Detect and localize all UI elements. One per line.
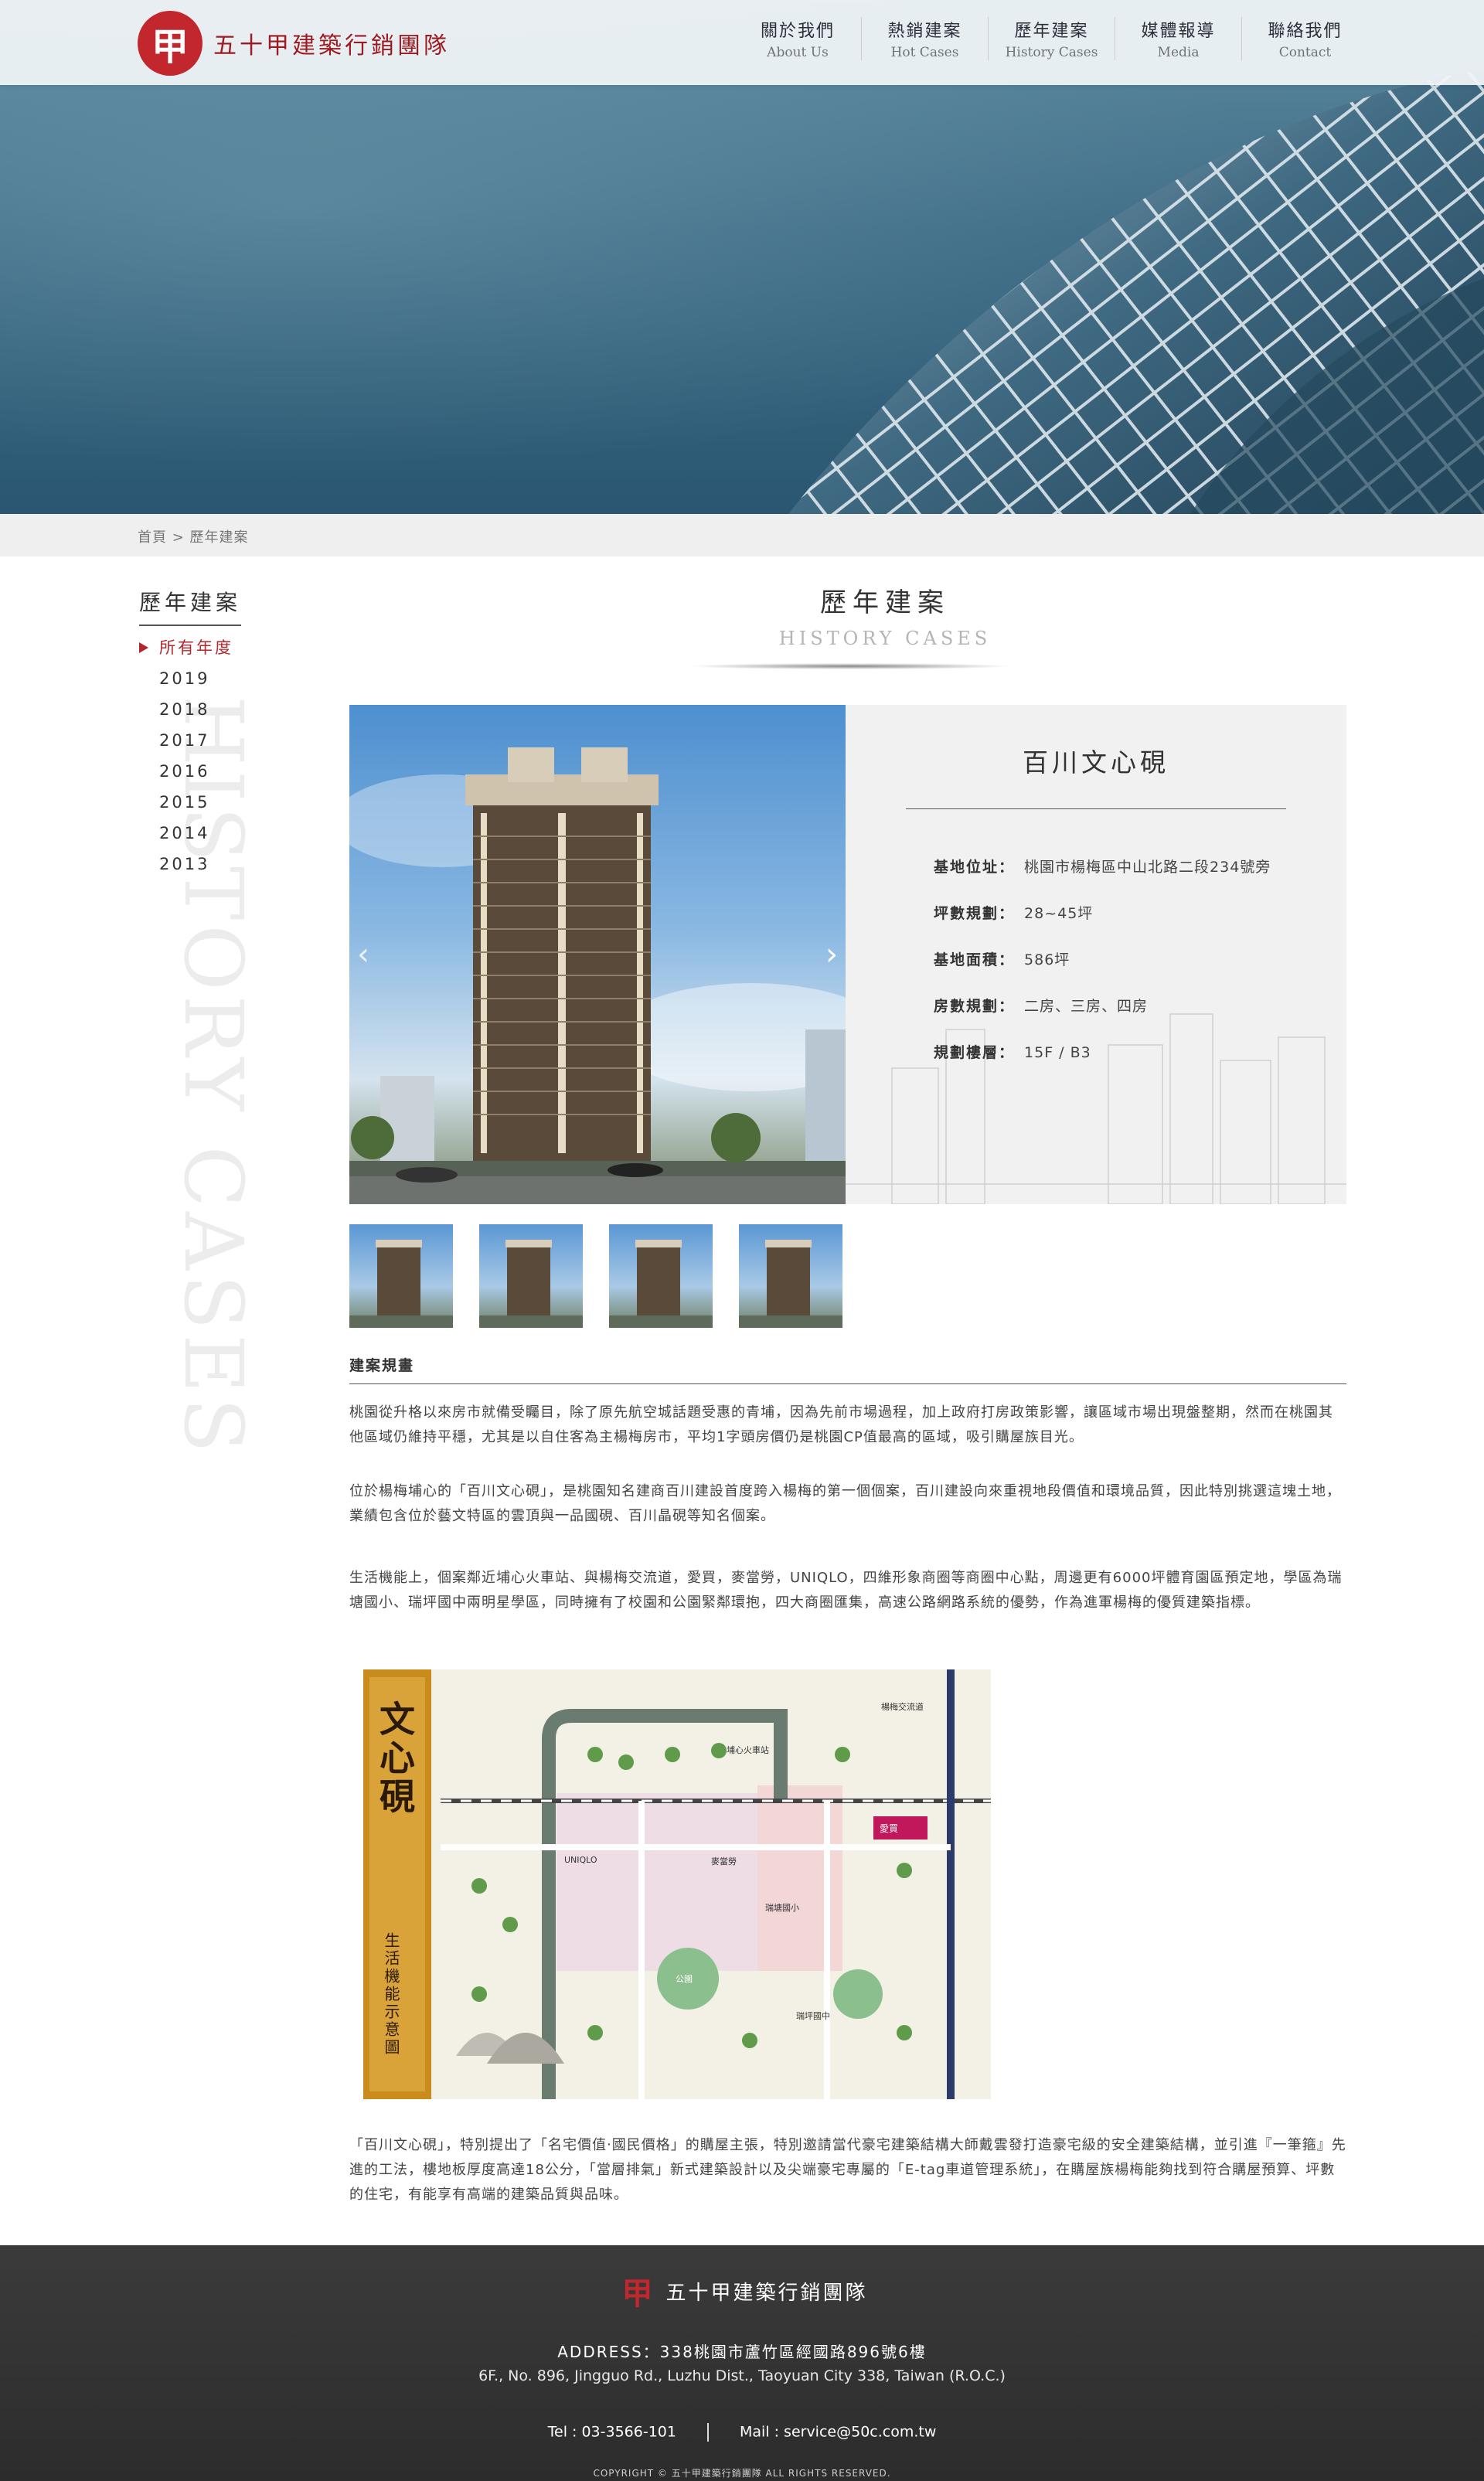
prev-photo-icon[interactable]: ‹ xyxy=(357,937,369,972)
spec-value: 15F / B3 xyxy=(1024,1044,1091,1061)
nav-label-zh: 熱銷建案 xyxy=(887,22,962,41)
footer-tel[interactable]: Tel : 03-3566-101 xyxy=(548,2424,676,2441)
nav-media[interactable]: 媒體報導 Media xyxy=(1115,17,1241,60)
footer-brand-name: 五十甲建築行銷團隊 xyxy=(665,2281,868,2305)
spec-label: 坪數規劃： xyxy=(934,905,1016,922)
location-map: 文心硯 生活機能示意圖 埔心火車站 楊梅交流道 愛買 麥當勞 UNIQLO 瑞塘… xyxy=(363,1669,991,2099)
spec-label: 規劃樓層： xyxy=(934,1044,1016,1061)
year-filter-2016[interactable]: 2016 xyxy=(159,756,233,787)
year-filter-all[interactable]: 所有年度 xyxy=(139,632,233,663)
spec-label: 房數規劃： xyxy=(934,998,1016,1015)
spec-value: 586坪 xyxy=(1024,951,1070,968)
map-label-junior-high: 瑞坪國中 xyxy=(796,2011,830,2021)
photo-thumbnail[interactable] xyxy=(609,1224,713,1328)
logo-seal-icon: 甲 xyxy=(138,11,203,76)
plan-paragraph: 「百川文心硯」，特別提出了「名宅價值‧國民價格」的購屋主張，特別邀請當代豪宅建築… xyxy=(349,2137,1346,2203)
nav-hot-cases[interactable]: 熱銷建案 Hot Cases xyxy=(861,17,988,60)
photo-thumbnail[interactable] xyxy=(349,1224,453,1328)
plan-divider xyxy=(349,1383,1346,1384)
thumbnail-image xyxy=(739,1240,842,1328)
site-footer: 甲 五十甲建築行銷團隊 ADDRESS：338桃園市蘆竹區經國路896號6樓 6… xyxy=(0,2245,1484,2481)
nav-history-cases[interactable]: 歷年建案 History Cases xyxy=(988,17,1115,60)
year-filter-2017[interactable]: 2017 xyxy=(159,725,233,756)
footer-contact: Tel : 03-3566-101 Mail : service@50c.com.… xyxy=(0,2423,1484,2442)
year-filter-2013[interactable]: 2013 xyxy=(159,849,233,880)
site-header: 甲 五十甲建築行銷團隊 關於我們 About Us 熱銷建案 Hot Cases… xyxy=(0,0,1484,85)
plan-paragraph: 位於楊梅埔心的「百川文心硯」，是桃園知名建商百川建設首度跨入楊梅的第一個個案，百… xyxy=(349,1483,1341,1524)
year-filter-list: 所有年度 2019 2018 2017 2016 2015 2014 2013 xyxy=(139,632,233,880)
photo-thumbnail[interactable] xyxy=(739,1224,842,1328)
thumbnail-image xyxy=(609,1240,713,1328)
next-photo-icon[interactable]: › xyxy=(825,937,838,972)
map-side-caption: 生活機能示意圖 xyxy=(382,1932,400,2057)
footer-address-zh: ADDRESS：338桃園市蘆竹區經國路896號6樓 xyxy=(557,2343,927,2361)
map-brand-title: 文心硯 xyxy=(374,1700,416,1816)
site-logo[interactable]: 甲 五十甲建築行銷團隊 xyxy=(138,11,450,76)
page-title: 歷年建案 xyxy=(820,587,950,618)
spec-label: 基地位址： xyxy=(934,859,1016,876)
map-label-restaurant: 麥當勞 xyxy=(711,1856,737,1867)
map-label-station: 埔心火車站 xyxy=(727,1745,769,1755)
footer-separator xyxy=(706,2423,709,2442)
building-render-image xyxy=(349,747,846,1204)
plan-heading: 建案規畫 xyxy=(349,1357,415,1374)
nav-label-zh: 媒體報導 xyxy=(1141,22,1216,41)
footer-address-en: 6F., No. 896, Jingguo Rd., Luzhu Dist., … xyxy=(478,2367,1006,2384)
spec-row-size: 坪數規劃： 28~45坪 xyxy=(934,890,1271,937)
map-label-store: 愛買 xyxy=(880,1823,899,1834)
location-map-image xyxy=(363,1669,991,2099)
footer-logo[interactable]: 甲 五十甲建築行銷團隊 xyxy=(0,2270,1484,2312)
nav-label-en: About Us xyxy=(767,45,829,60)
project-spec-list: 基地位址： 桃園市楊梅區中山北路二段234號旁 坪數規劃： 28~45坪 基地面積：… xyxy=(934,844,1271,1076)
project-info-panel: 百川文心硯 基地位址： 桃園市楊梅區中山北路二段234號旁 坪數規劃： 28~45坪… xyxy=(846,705,1346,1204)
year-filter-2014[interactable]: 2014 xyxy=(159,818,233,849)
year-filter-2018[interactable]: 2018 xyxy=(159,694,233,725)
footer-seal-icon: 甲 xyxy=(621,2275,653,2312)
brand-name: 五十甲建築行銷團隊 xyxy=(213,32,450,60)
breadcrumb[interactable]: 首頁 > 歷年建案 xyxy=(138,526,249,546)
year-filter-2015[interactable]: 2015 xyxy=(159,787,233,818)
nav-about[interactable]: 關於我們 About Us xyxy=(734,17,861,60)
footer-copyright: COPYRIGHT © 五十甲建築行銷團隊 ALL RIGHTS RESERVE… xyxy=(593,2468,891,2479)
map-label-shop: UNIQLO xyxy=(564,1855,597,1865)
spec-row-address: 基地位址： 桃園市楊梅區中山北路二段234號旁 xyxy=(934,844,1271,890)
nav-label-zh: 歷年建案 xyxy=(1014,22,1089,41)
info-divider xyxy=(906,808,1286,809)
main-nav: 關於我們 About Us 熱銷建案 Hot Cases 歷年建案 Histor… xyxy=(734,17,1368,60)
thumbnail-image xyxy=(349,1240,453,1328)
spec-row-floors: 規劃樓層： 15F / B3 xyxy=(934,1029,1271,1076)
footer-mail[interactable]: Mail : service@50c.com.tw xyxy=(740,2424,936,2441)
plan-paragraph: 生活機能上，個案鄰近埔心火車站、與楊梅交流道，愛買，麥當勞，UNIQLO，四維形… xyxy=(349,1570,1343,1611)
sidebar-title: 歷年建案 xyxy=(139,586,242,626)
nav-contact[interactable]: 聯絡我們 Contact xyxy=(1241,17,1368,60)
map-label-park: 公園 xyxy=(676,1974,693,1984)
spec-value: 桃園市楊梅區中山北路二段234號旁 xyxy=(1024,859,1271,876)
spec-value: 28~45坪 xyxy=(1024,905,1094,922)
nav-label-en: Contact xyxy=(1278,45,1332,60)
nav-label-en: Media xyxy=(1157,45,1200,60)
thumbnail-image xyxy=(479,1240,583,1328)
nav-label-en: Hot Cases xyxy=(890,45,959,60)
title-divider xyxy=(688,663,1013,669)
project-name: 百川文心硯 xyxy=(1023,747,1169,778)
nav-label-zh: 聯絡我們 xyxy=(1268,22,1343,41)
spec-label: 基地面積： xyxy=(934,951,1016,968)
map-label-elementary: 瑞塘國小 xyxy=(765,1903,799,1913)
year-filter-2019[interactable]: 2019 xyxy=(159,663,233,694)
page-subtitle: HISTORY CASES xyxy=(778,628,992,649)
project-main-photo: ‹ › xyxy=(349,705,846,1204)
photo-thumbnail[interactable] xyxy=(479,1224,583,1328)
nav-label-zh: 關於我們 xyxy=(760,22,835,41)
spec-value: 二房、三房、四房 xyxy=(1024,998,1149,1015)
photo-thumbnails xyxy=(349,1224,869,1328)
spec-row-area: 基地面積： 586坪 xyxy=(934,937,1271,983)
nav-label-en: History Cases xyxy=(1005,45,1098,60)
map-label-interchange: 楊梅交流道 xyxy=(881,1702,924,1712)
breadcrumb-bar: 首頁 > 歷年建案 xyxy=(0,514,1484,556)
spec-row-rooms: 房數規劃： 二房、三房、四房 xyxy=(934,983,1271,1029)
plan-paragraph: 桃園從升格以來房市就備受矚目，除了原先航空城話題受惠的青埔，因為先前市場過程，加… xyxy=(349,1404,1333,1445)
